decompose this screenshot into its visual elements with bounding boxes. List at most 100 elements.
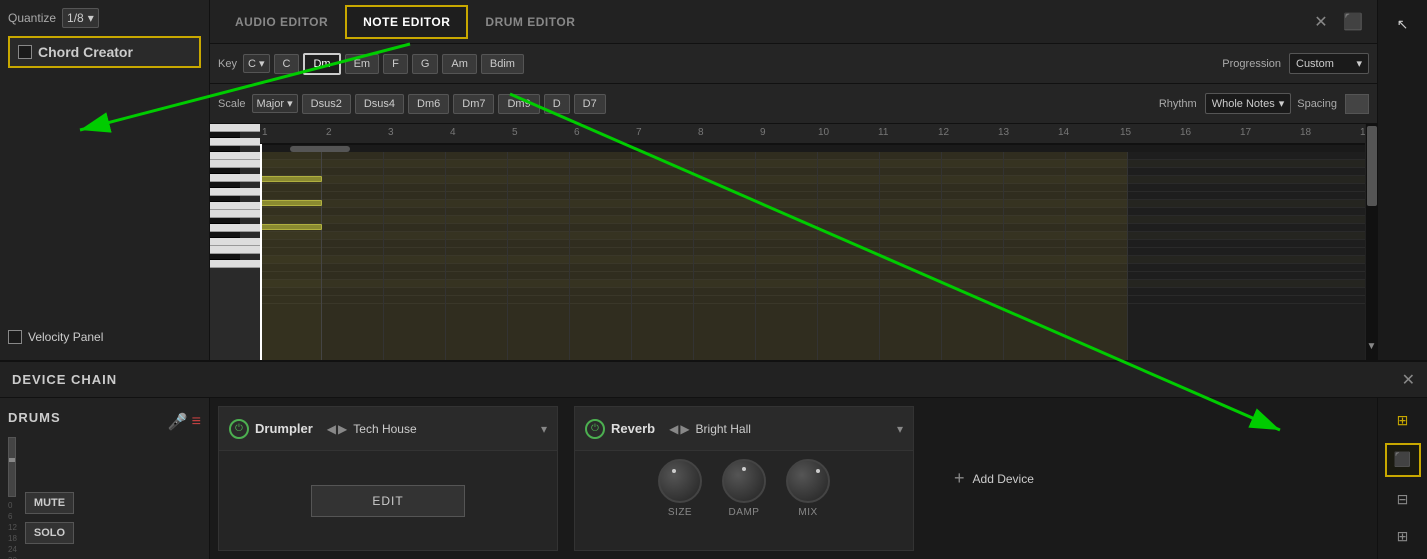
piano-roll-grid[interactable]: 1 2 3 4 5 6 7 8 9 10 11 12 13 14 15 16 1: [260, 124, 1365, 360]
drumpler-preset: Tech House: [353, 422, 535, 436]
tab-drum-editor[interactable]: DRUM EDITOR: [468, 6, 592, 38]
solo-button[interactable]: SOLO: [25, 522, 74, 544]
key-select[interactable]: C ▾: [243, 54, 270, 73]
close-button[interactable]: ✕: [1309, 10, 1333, 34]
grid-icon[interactable]: ⊞: [1387, 406, 1419, 435]
size-knob-indicator: [672, 469, 676, 473]
grid-num-5: 5: [512, 127, 518, 138]
add-device-plus-icon: +: [954, 468, 965, 489]
scale-select[interactable]: Major ▾: [252, 94, 298, 113]
grid-num-12: 12: [938, 127, 949, 138]
size-knob[interactable]: [658, 459, 702, 503]
drumpler-prev-arrow[interactable]: ◀: [327, 422, 336, 436]
size-label: SIZE: [668, 507, 692, 518]
reverb-header: ⏻ Reverb ◀ ▶ Bright Hall ▾: [575, 407, 913, 451]
chord-Bdim[interactable]: Bdim: [481, 54, 524, 74]
db-scale: 0 6 12 18 24 30 36 42 48: [8, 501, 17, 559]
note-grid-content[interactable]: [260, 144, 1365, 360]
drumpler-power-button[interactable]: ⏻: [229, 419, 249, 439]
progression-select[interactable]: Custom ▾: [1289, 53, 1369, 74]
chord-D7[interactable]: D7: [574, 94, 606, 114]
chord-Dsus4[interactable]: Dsus4: [355, 94, 404, 114]
piano-icon[interactable]: ⊟: [1387, 485, 1419, 514]
reverb-device: ⏻ Reverb ◀ ▶ Bright Hall ▾ SIZE: [574, 406, 914, 551]
cursor-icon[interactable]: ↖: [1387, 8, 1419, 40]
velocity-checkbox[interactable]: [8, 330, 22, 344]
scale-value: Major: [257, 98, 285, 110]
rhythm-select[interactable]: Whole Notes ▾: [1205, 93, 1292, 114]
device-chain-title: DEVICE CHAIN: [12, 372, 117, 387]
chord-bar-row1: Key C ▾ C Dm Em F G Am Bdim Progression …: [210, 44, 1377, 84]
vertical-scroll-thumb[interactable]: [1367, 126, 1377, 206]
grid-num-4: 4: [450, 127, 456, 138]
rhythm-group: Rhythm Whole Notes ▾ Spacing: [1159, 93, 1369, 114]
chord-Dm7[interactable]: Dm7: [453, 94, 494, 114]
chord-creator-checkbox[interactable]: [18, 45, 32, 59]
main-editor: AUDIO EDITOR NOTE EDITOR DRUM EDITOR ✕ ⬛…: [210, 0, 1377, 360]
scroll-thumb[interactable]: [290, 146, 350, 152]
vertical-scrollbar[interactable]: ▼: [1365, 124, 1377, 360]
note-block[interactable]: [260, 176, 322, 182]
add-device-button[interactable]: + Add Device: [938, 460, 1050, 497]
quantize-row: Quantize 1/8 ▾: [8, 8, 201, 28]
damp-knob[interactable]: [722, 459, 766, 503]
chord-Am[interactable]: Am: [442, 54, 477, 74]
drums-controls: 0 6 12 18 24 30 36 42 48 MUTE SOLO: [8, 437, 201, 559]
grid-num-7: 7: [636, 127, 642, 138]
quantize-select[interactable]: 1/8 ▾: [62, 8, 99, 28]
reverb-body: SIZE DAMP MIX: [575, 451, 913, 530]
right-sidebar-top: ↖: [1377, 0, 1427, 360]
mute-button[interactable]: MUTE: [25, 492, 74, 514]
drumpler-dropdown-arrow[interactable]: ▾: [541, 422, 547, 436]
drumpler-name: Drumpler: [255, 421, 313, 436]
tab-audio-editor[interactable]: AUDIO EDITOR: [218, 6, 345, 38]
quantize-value: 1/8: [67, 11, 84, 25]
progression-dropdown-icon: ▾: [1356, 57, 1362, 70]
chord-Dsus2[interactable]: Dsus2: [302, 94, 351, 114]
chord-C[interactable]: C: [274, 54, 300, 74]
volume-slider[interactable]: [8, 437, 16, 497]
drumpler-next-arrow[interactable]: ▶: [338, 422, 347, 436]
chord-creator-box[interactable]: Chord Creator: [8, 36, 201, 68]
key-value: C: [248, 58, 256, 70]
chord-Dm9[interactable]: Dm9: [498, 94, 539, 114]
mix-knob-indicator: [816, 469, 820, 473]
device-chain-close-button[interactable]: ✕: [1402, 370, 1415, 390]
grid-num-3: 3: [388, 127, 394, 138]
chord-Dm[interactable]: Dm: [303, 53, 340, 75]
reverb-name: Reverb: [611, 421, 655, 436]
plus-grid-icon[interactable]: ⊞: [1387, 522, 1419, 551]
drumpler-edit-button[interactable]: EDIT: [311, 485, 464, 517]
piano-keys: [210, 124, 260, 360]
mix-knob[interactable]: [786, 459, 830, 503]
tab-note-editor[interactable]: NOTE EDITOR: [345, 5, 468, 39]
quantize-label: Quantize: [8, 11, 56, 25]
add-device-area: + Add Device: [922, 398, 1066, 559]
spacing-label: Spacing: [1297, 98, 1337, 110]
chord-D[interactable]: D: [544, 94, 570, 114]
reverb-next-arrow[interactable]: ▶: [680, 422, 689, 436]
device-icon[interactable]: ⬛: [1385, 443, 1421, 476]
spacing-box[interactable]: [1345, 94, 1369, 114]
grid-num-9: 9: [760, 127, 766, 138]
chord-Dm6[interactable]: Dm6: [408, 94, 449, 114]
velocity-panel-label: Velocity Panel: [28, 330, 103, 344]
rhythm-value: Whole Notes: [1212, 98, 1275, 110]
velocity-panel-row: Velocity Panel: [8, 330, 201, 352]
horizontal-scrollbar[interactable]: [260, 144, 1365, 152]
note-block[interactable]: [260, 200, 322, 206]
reverb-power-button[interactable]: ⏻: [585, 419, 605, 439]
reverb-preset: Bright Hall: [696, 422, 891, 436]
chord-F[interactable]: F: [383, 54, 408, 74]
chord-bar-row2: Scale Major ▾ Dsus2 Dsus4 Dm6 Dm7 Dm9 D …: [210, 84, 1377, 124]
scroll-bottom-arrow[interactable]: ▼: [1367, 341, 1377, 352]
progression-value: Custom: [1296, 58, 1334, 70]
note-block[interactable]: [260, 224, 322, 230]
reverb-prev-arrow[interactable]: ◀: [669, 422, 678, 436]
chord-G[interactable]: G: [412, 54, 439, 74]
chord-Em[interactable]: Em: [345, 54, 380, 74]
device-rack-icon: ⬛: [1394, 451, 1411, 468]
grid-num-18: 18: [1300, 127, 1311, 138]
puzzle-icon[interactable]: ⬛: [1337, 6, 1369, 38]
reverb-dropdown-arrow[interactable]: ▾: [897, 422, 903, 436]
